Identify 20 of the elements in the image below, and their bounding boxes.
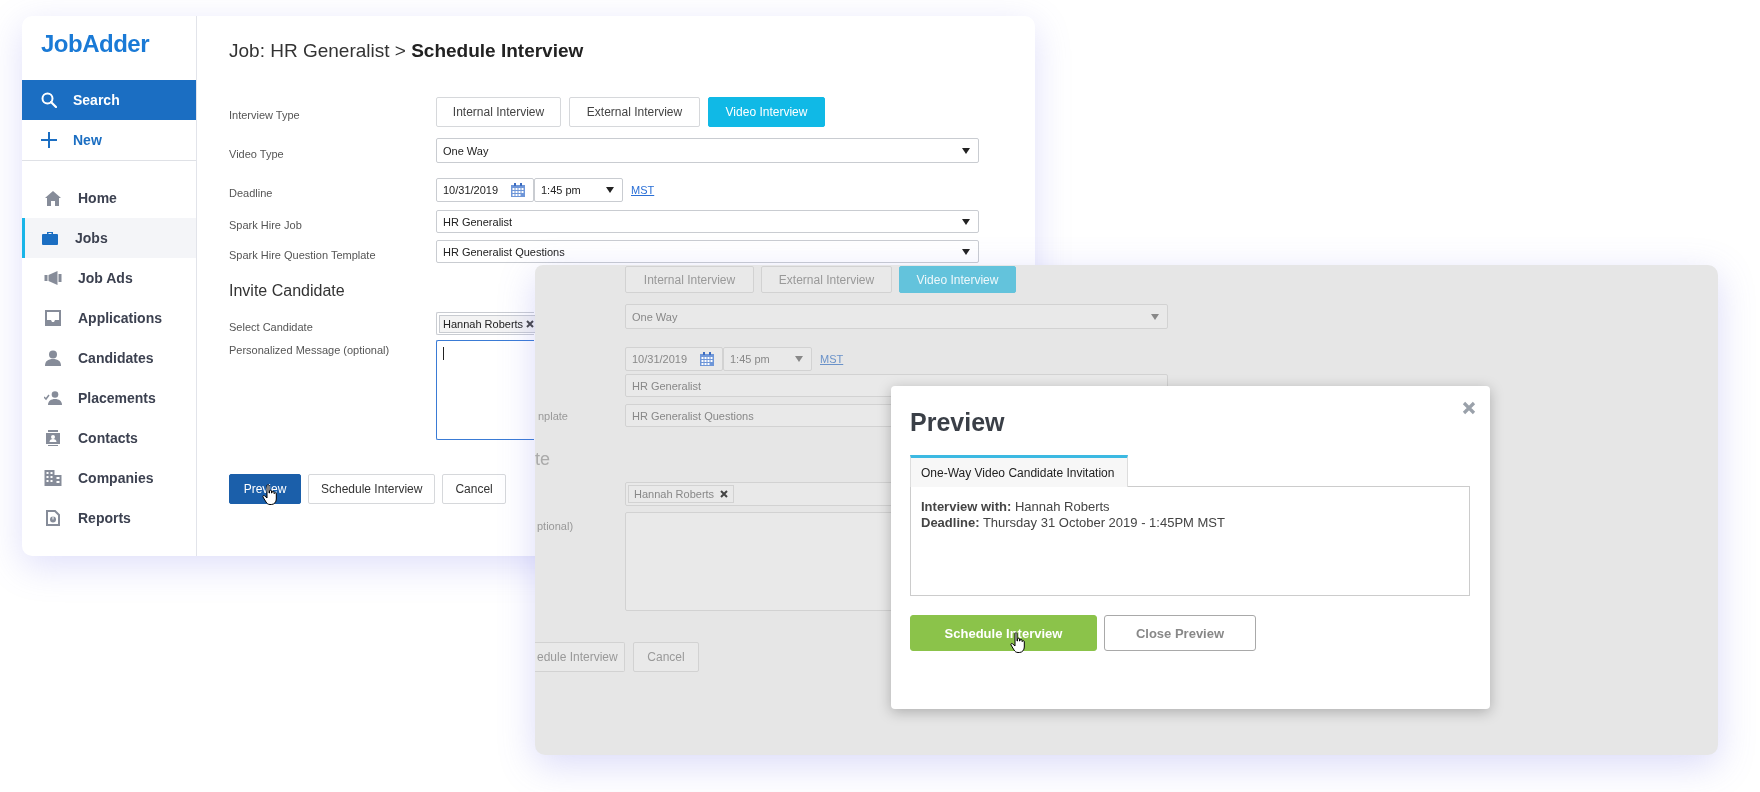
- select-field: One Way: [625, 304, 1168, 329]
- field-label: Spark Hire Question Template: [229, 247, 377, 261]
- field-label: Select Candidate: [229, 319, 314, 333]
- select-field: 1:45 pm: [723, 347, 812, 371]
- date-field: 10/31/2019: [625, 347, 723, 371]
- page-title: Job: HR Generalist > Schedule Interview: [229, 39, 585, 63]
- dialog-title: Preview: [910, 407, 1006, 438]
- section-heading: te: [535, 448, 550, 470]
- field-label: Video Type: [229, 146, 285, 160]
- field-label: Personalized Message (optional): [229, 343, 391, 356]
- preview-line: Deadline: Thursday 31 October 2019 - 1:45PM MST: [921, 515, 1226, 531]
- section-heading: Invite Candidate: [229, 282, 345, 300]
- field-label: Deadline: [229, 186, 274, 199]
- field-label: nplate: [537, 409, 569, 422]
- field-label: Spark Hire Job: [229, 217, 303, 231]
- field-label: ptional): [536, 519, 575, 532]
- preview-line: Interview with: Hannah Roberts: [921, 499, 1111, 515]
- logo: JobAdder: [40, 29, 151, 59]
- candidate-chip: Hannah Roberts: [628, 485, 735, 503]
- field-label: Interview Type: [229, 108, 301, 121]
